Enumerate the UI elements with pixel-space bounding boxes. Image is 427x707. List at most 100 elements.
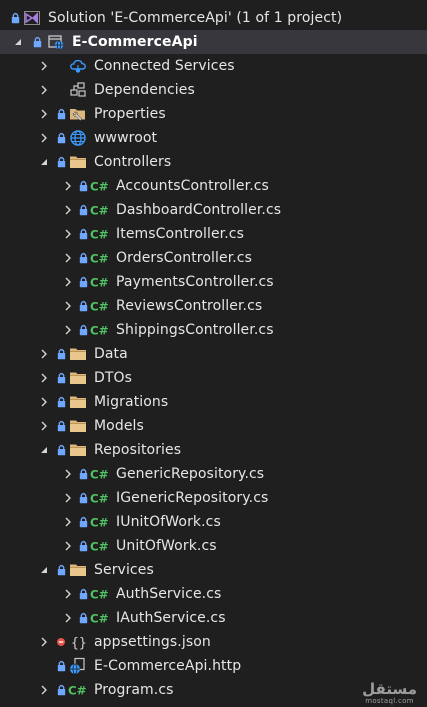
file-accounts-controller[interactable]: C# AccountsController.cs (0, 174, 427, 198)
csharp-file-icon: C# (90, 486, 110, 510)
collapse-arrow-icon[interactable] (38, 54, 50, 78)
collapse-arrow-icon[interactable] (62, 606, 74, 630)
solution-explorer-tree: Solution 'E-CommerceApi' (1 of 1 project… (0, 6, 427, 702)
collapse-arrow-icon[interactable] (62, 222, 74, 246)
lock-icon (78, 294, 88, 318)
connected-services-node[interactable]: Connected Services (0, 54, 427, 78)
file-iunit-of-work[interactable]: C# IUnitOfWork.cs (0, 510, 427, 534)
file-items-controller[interactable]: C# ItemsController.cs (0, 222, 427, 246)
expand-arrow-icon[interactable] (38, 558, 50, 582)
lock-icon (78, 510, 88, 534)
collapse-arrow-icon[interactable] (62, 270, 74, 294)
svg-text:C#: C# (90, 324, 109, 338)
tree-item-label: DTOs (94, 370, 133, 386)
wwwroot-node[interactable]: wwwroot (0, 126, 427, 150)
services-folder[interactable]: Services (0, 558, 427, 582)
tree-item-label: ItemsController.cs (116, 226, 244, 242)
solution-node[interactable]: Solution 'E-CommerceApi' (1 of 1 project… (0, 6, 427, 30)
tree-item-label: Controllers (94, 154, 172, 170)
collapse-arrow-icon[interactable] (38, 678, 50, 702)
svg-text:C#: C# (90, 516, 109, 530)
collapse-arrow-icon[interactable] (38, 126, 50, 150)
folder-icon (68, 438, 88, 462)
svg-text:C#: C# (90, 204, 109, 218)
svg-text:C#: C# (90, 468, 109, 482)
tree-item-label: E-CommerceApi.http (94, 658, 242, 674)
csharp-file-icon: C# (90, 198, 110, 222)
csharp-file-icon: C# (90, 606, 110, 630)
file-unit-of-work[interactable]: C# UnitOfWork.cs (0, 534, 427, 558)
collapse-arrow-icon[interactable] (62, 582, 74, 606)
tree-item-label: wwwroot (94, 130, 158, 146)
mostaql-watermark: مستقل mostaql.com (362, 681, 417, 705)
collapse-arrow-icon[interactable] (38, 366, 50, 390)
repositories-folder[interactable]: Repositories (0, 438, 427, 462)
collapse-arrow-icon[interactable] (38, 390, 50, 414)
file-http[interactable]: E-CommerceApi.http (0, 654, 427, 678)
solution-icon (22, 6, 42, 30)
lock-icon (78, 246, 88, 270)
collapse-arrow-icon[interactable] (62, 174, 74, 198)
lock-icon (32, 30, 42, 54)
file-payments-controller[interactable]: C# PaymentsController.cs (0, 270, 427, 294)
models-folder[interactable]: Models (0, 414, 427, 438)
expand-arrow-icon[interactable] (38, 150, 50, 174)
collapse-arrow-icon[interactable] (38, 102, 50, 126)
collapse-arrow-icon[interactable] (62, 534, 74, 558)
collapse-arrow-icon[interactable] (38, 342, 50, 366)
lock-icon (78, 270, 88, 294)
file-generic-repository[interactable]: C# GenericRepository.cs (0, 462, 427, 486)
collapse-arrow-icon[interactable] (62, 294, 74, 318)
data-folder[interactable]: Data (0, 342, 427, 366)
file-igeneric-repository[interactable]: C# IGenericRepository.cs (0, 486, 427, 510)
tree-item-label: UnitOfWork.cs (116, 538, 217, 554)
lock-icon (78, 486, 88, 510)
file-dashboard-controller[interactable]: C# DashboardController.cs (0, 198, 427, 222)
properties-node[interactable]: Properties (0, 102, 427, 126)
dtos-folder[interactable]: DTOs (0, 366, 427, 390)
svg-text:C#: C# (90, 228, 109, 242)
lock-icon (56, 342, 66, 366)
dependencies-node[interactable]: Dependencies (0, 78, 427, 102)
folder-icon (68, 150, 88, 174)
controllers-folder[interactable]: Controllers (0, 150, 427, 174)
collapse-arrow-icon[interactable] (62, 510, 74, 534)
globe-icon (68, 126, 88, 150)
lock-icon (56, 366, 66, 390)
csharp-file-icon: C# (90, 174, 110, 198)
watermark-arabic-text: مستقل (362, 680, 417, 698)
collapse-arrow-icon[interactable] (38, 78, 50, 102)
folder-icon (68, 390, 88, 414)
csharp-file-icon: C# (90, 582, 110, 606)
collapse-arrow-icon[interactable] (38, 414, 50, 438)
collapse-arrow-icon[interactable] (38, 630, 50, 654)
lock-icon (78, 606, 88, 630)
collapse-arrow-icon[interactable] (62, 462, 74, 486)
tree-item-label: Migrations (94, 394, 169, 410)
connected-services-icon (68, 54, 88, 78)
file-reviews-controller[interactable]: C# ReviewsController.cs (0, 294, 427, 318)
properties-folder-icon (68, 102, 88, 126)
collapse-arrow-icon[interactable] (62, 486, 74, 510)
file-orders-controller[interactable]: C# OrdersController.cs (0, 246, 427, 270)
collapse-arrow-icon[interactable] (62, 246, 74, 270)
folder-icon (68, 366, 88, 390)
file-shippings-controller[interactable]: C# ShippingsController.cs (0, 318, 427, 342)
svg-text:C#: C# (90, 252, 109, 266)
file-appsettings[interactable]: {} appsettings.json (0, 630, 427, 654)
expand-arrow-icon[interactable] (12, 30, 24, 54)
lock-icon (78, 534, 88, 558)
file-auth-service[interactable]: C# AuthService.cs (0, 582, 427, 606)
collapse-arrow-icon[interactable] (62, 318, 74, 342)
csharp-file-icon: C# (90, 294, 110, 318)
csharp-file-icon: C# (90, 222, 110, 246)
file-iauth-service[interactable]: C# IAuthService.cs (0, 606, 427, 630)
expand-arrow-icon[interactable] (38, 438, 50, 462)
tree-item-label: Data (94, 346, 128, 362)
lock-icon (78, 462, 88, 486)
collapse-arrow-icon[interactable] (62, 198, 74, 222)
migrations-folder[interactable]: Migrations (0, 390, 427, 414)
lock-icon (56, 102, 66, 126)
tree-item-label: Properties (94, 106, 166, 122)
project-node[interactable]: E-CommerceApi (0, 30, 427, 54)
